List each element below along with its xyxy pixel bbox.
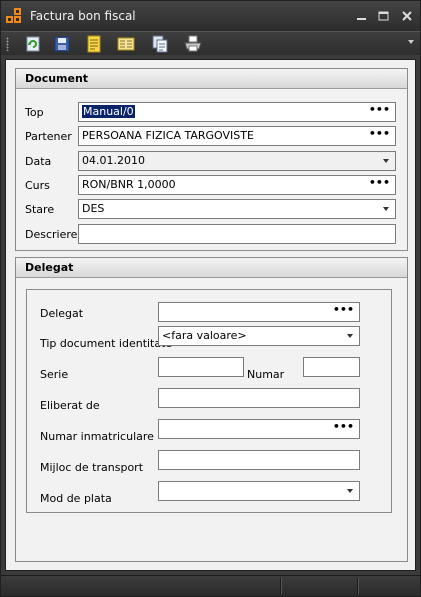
inmatriculare-label: Numar inmatriculare bbox=[40, 430, 154, 443]
minimize-icon[interactable] bbox=[355, 9, 369, 23]
browse-ellipsis-icon[interactable]: ••• bbox=[369, 176, 390, 189]
delegat-frame: Delegat ••• Tip document identitate <far… bbox=[26, 289, 392, 513]
mijloc-transport-field[interactable] bbox=[158, 450, 360, 470]
dropdown-arrow-icon[interactable] bbox=[347, 489, 353, 493]
partener-value: PERSOANA FIZICA TARGOVISTE bbox=[82, 129, 254, 142]
data-value: 04.01.2010 bbox=[82, 154, 145, 167]
stare-label: Stare bbox=[25, 203, 55, 216]
mijloc-transport-label: Mijloc de transport bbox=[40, 461, 144, 474]
top-field[interactable]: Manual/0 ••• bbox=[78, 102, 396, 122]
descriere-field[interactable] bbox=[78, 224, 396, 244]
top-label: Top bbox=[25, 106, 44, 119]
data-field[interactable]: 04.01.2010 bbox=[78, 151, 396, 171]
document-group: Document Top Manual/0 ••• Partener PERSO… bbox=[15, 68, 408, 251]
browse-ellipsis-icon[interactable]: ••• bbox=[369, 127, 390, 140]
curs-label: Curs bbox=[25, 179, 50, 192]
chevron-down-icon[interactable] bbox=[408, 40, 414, 44]
stare-value: DES bbox=[82, 202, 105, 215]
mod-plata-select[interactable] bbox=[158, 481, 360, 501]
browse-ellipsis-icon[interactable]: ••• bbox=[333, 303, 354, 316]
window: Factura bon fiscal Document Top Manual/0… bbox=[0, 0, 421, 597]
stare-select[interactable]: DES bbox=[78, 199, 396, 219]
serie-label: Serie bbox=[40, 368, 69, 381]
maximize-icon[interactable] bbox=[377, 9, 391, 23]
curs-field[interactable]: RON/BNR 1,0000 ••• bbox=[78, 175, 396, 195]
dropdown-arrow-icon[interactable] bbox=[347, 334, 353, 338]
tip-document-select[interactable]: <fara valoare> bbox=[158, 326, 360, 346]
delegat-group: Delegat Delegat ••• Tip document identit… bbox=[15, 257, 408, 562]
dropdown-arrow-icon[interactable] bbox=[383, 207, 389, 211]
close-icon[interactable] bbox=[400, 9, 414, 23]
curs-value: RON/BNR 1,0000 bbox=[82, 178, 176, 191]
delegat-field[interactable]: ••• bbox=[158, 302, 360, 322]
document-icon[interactable] bbox=[85, 35, 103, 53]
status-separator bbox=[280, 578, 282, 594]
toolbar bbox=[1, 31, 420, 55]
status-separator bbox=[357, 578, 359, 594]
title-bar[interactable]: Factura bon fiscal bbox=[1, 1, 420, 31]
eliberat-label: Eliberat de bbox=[40, 399, 100, 412]
toolbar-grip[interactable] bbox=[6, 37, 9, 51]
print-icon[interactable] bbox=[184, 35, 202, 53]
status-bar bbox=[1, 575, 420, 596]
document-group-title: Document bbox=[16, 69, 407, 89]
partener-label: Partener bbox=[25, 130, 72, 143]
serie-field[interactable] bbox=[158, 357, 244, 377]
app-logo-icon bbox=[6, 8, 21, 23]
data-label: Data bbox=[25, 155, 52, 168]
browse-ellipsis-icon[interactable]: ••• bbox=[333, 420, 354, 433]
mod-plata-label: Mod de plata bbox=[40, 492, 112, 505]
notes-icon[interactable] bbox=[117, 35, 135, 53]
numar-field[interactable] bbox=[303, 357, 360, 377]
tip-document-label: Tip document identitate bbox=[40, 337, 173, 350]
delegat-group-title: Delegat bbox=[16, 258, 407, 278]
save-icon[interactable] bbox=[53, 35, 71, 53]
top-value: Manual/0 bbox=[82, 105, 135, 118]
eliberat-field[interactable] bbox=[158, 388, 360, 408]
window-title: Factura bon fiscal bbox=[30, 9, 136, 23]
browse-ellipsis-icon[interactable]: ••• bbox=[369, 103, 390, 116]
inmatriculare-field[interactable]: ••• bbox=[158, 419, 360, 439]
dropdown-arrow-icon[interactable] bbox=[383, 159, 389, 163]
delegat-label: Delegat bbox=[40, 307, 84, 320]
partener-field[interactable]: PERSOANA FIZICA TARGOVISTE ••• bbox=[78, 126, 396, 146]
descriere-label: Descriere bbox=[25, 228, 78, 241]
tip-document-value: <fara valoare> bbox=[162, 329, 247, 342]
form-body: Document Top Manual/0 ••• Partener PERSO… bbox=[5, 59, 416, 571]
copy-icon[interactable] bbox=[151, 35, 169, 53]
numar-label: Numar bbox=[247, 368, 285, 381]
refresh-icon[interactable] bbox=[24, 35, 42, 53]
